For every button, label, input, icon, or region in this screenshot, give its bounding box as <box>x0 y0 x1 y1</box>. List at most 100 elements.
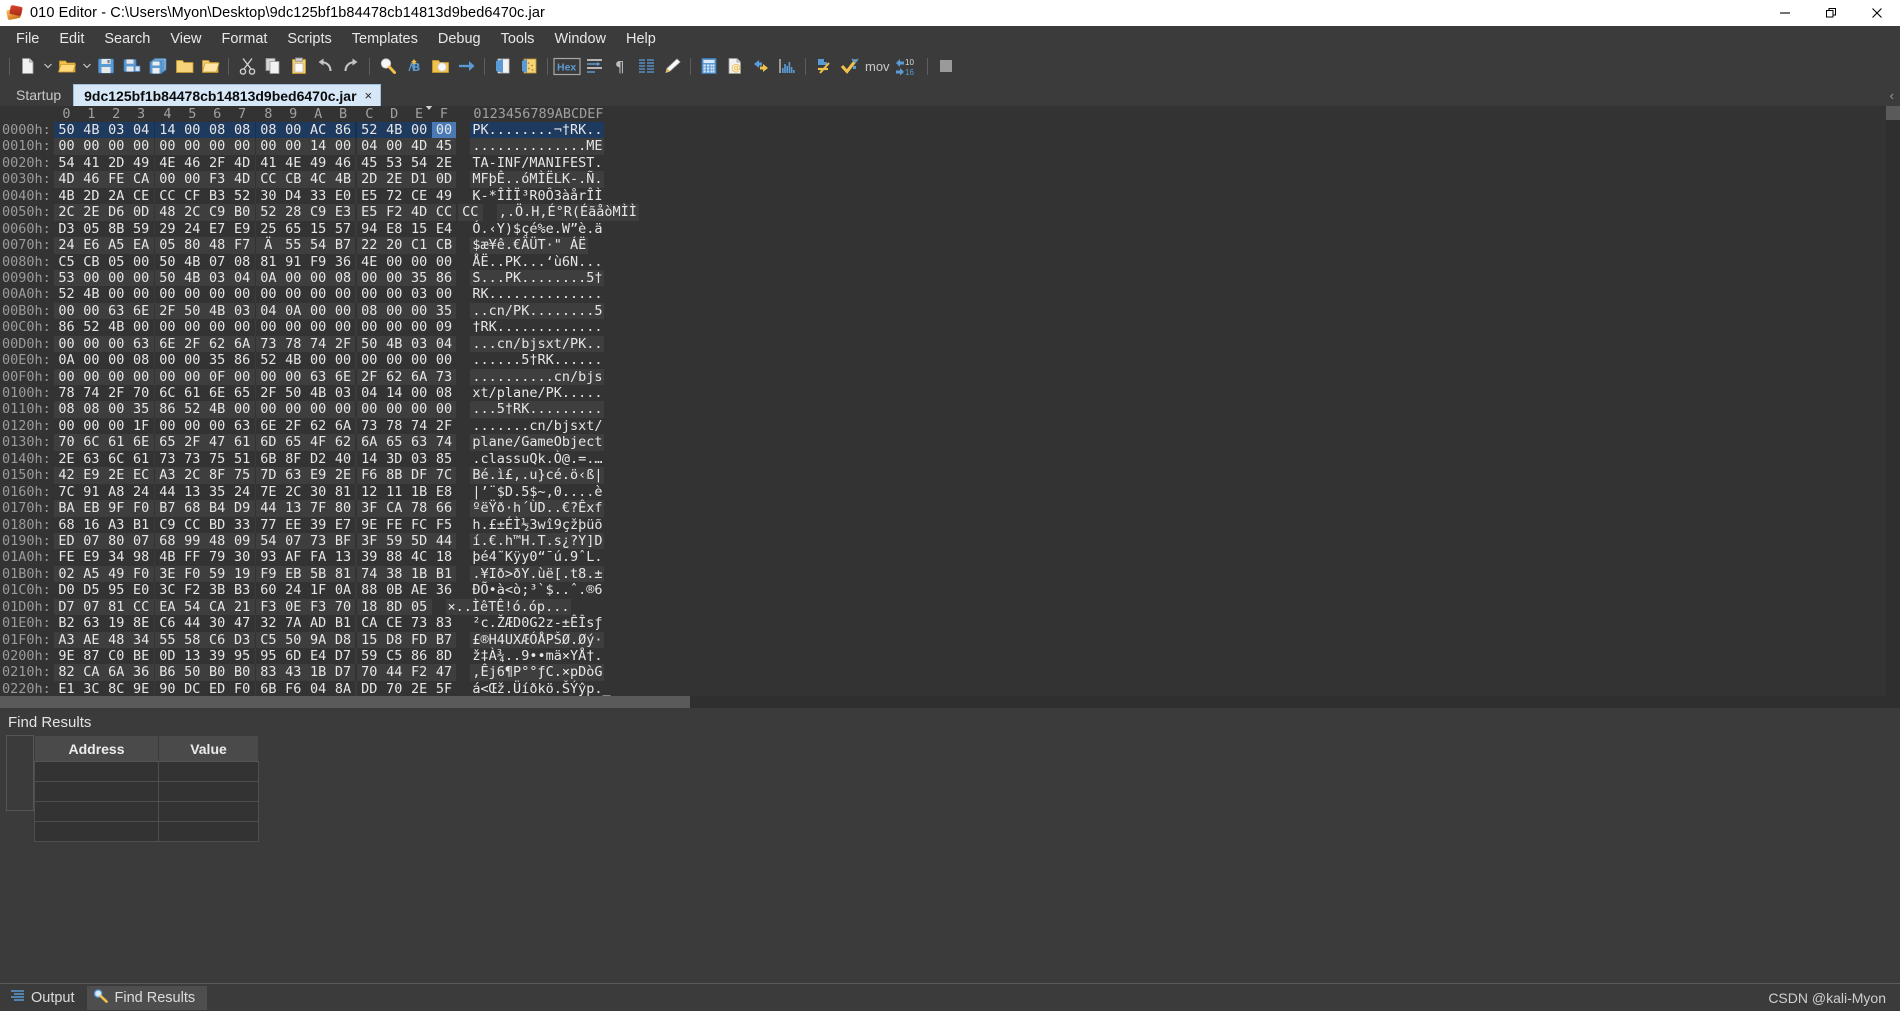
hex-row[interactable]: 00C0h: 86 52 4B 00 00 00 00 00 00 00 00 00 00 00 00 09 †R… <box>0 319 1541 336</box>
hex-byte-cell[interactable]: D3 <box>54 221 79 237</box>
hex-byte-cell[interactable]: 00 <box>306 401 331 417</box>
tab-close-icon[interactable]: × <box>365 88 373 103</box>
cell-value[interactable] <box>158 781 259 802</box>
hex-byte-cell[interactable]: 00 <box>407 254 432 270</box>
hex-byte-cell[interactable]: 00 <box>205 138 230 154</box>
hex-byte-cell[interactable]: 55 <box>155 632 180 648</box>
hex-byte-cell[interactable]: 2F <box>104 385 129 401</box>
hex-byte-cell[interactable]: C6 <box>205 632 230 648</box>
hex-byte-cell[interactable]: 28 <box>281 204 306 220</box>
hex-byte-cell[interactable]: 86 <box>407 648 432 664</box>
hex-row[interactable]: 0030h: 4D 46 FE CA 00 00 F3 4D CC CB 4C 4B 2D 2E D1 0D MF… <box>0 171 1541 188</box>
goto-icon[interactable] <box>453 53 479 79</box>
hex-row-ascii[interactable]: .¥Ið>ðY.ùë[.t8.± <box>470 565 605 583</box>
hex-byte-cell[interactable]: 54 <box>306 237 331 253</box>
hex-byte-cell[interactable]: 7D <box>256 467 281 483</box>
hex-byte-cell[interactable]: 44 <box>382 664 407 680</box>
hex-byte-cell[interactable]: A5 <box>79 566 104 582</box>
hex-byte-cell[interactable]: 50 <box>281 385 306 401</box>
hex-byte-cell[interactable]: 86 <box>432 270 457 286</box>
hex-byte-cell[interactable]: 30 <box>306 484 331 500</box>
hex-byte-cell[interactable]: E5 <box>357 188 382 204</box>
hex-byte-cell[interactable]: F9 <box>306 254 331 270</box>
hex-byte-cell[interactable]: E9 <box>79 549 104 565</box>
hex-byte-cell[interactable]: 00 <box>306 303 331 319</box>
hex-byte-cell[interactable]: C5 <box>256 632 281 648</box>
hex-byte-cell[interactable]: E3 <box>331 204 356 220</box>
hex-byte-cell[interactable]: 00 <box>256 369 281 385</box>
hex-row-ascii[interactable]: þé4˜Kÿy0“¯ú.9ˆL. <box>470 549 605 566</box>
hex-byte-cell[interactable]: 3F <box>357 500 382 516</box>
hex-row-bytes[interactable]: E1 3C 8C 9E 90 DC ED F0 6B F6 04 8A DD 70 2E 5F <box>54 680 457 696</box>
hex-row-bytes[interactable]: B2 63 19 8E C6 44 30 47 32 7A AD B1 CA CE 73 83 <box>54 615 457 632</box>
hex-row[interactable]: 0210h: 82 CA 6A 36 B6 50 B0 B0 83 43 1B D7 70 44 F2 47 ,Ê… <box>0 664 1541 681</box>
hex-row-ascii[interactable]: í.€.h™H.T.s¿?Y]D <box>470 532 605 550</box>
hex-byte-cell[interactable]: B0 <box>230 204 255 220</box>
hex-byte-cell[interactable]: 3C <box>155 582 180 598</box>
new-file-icon[interactable] <box>15 53 41 79</box>
hex-byte-cell[interactable]: A3 <box>155 467 180 483</box>
hex-byte-cell[interactable]: 2F <box>180 434 205 450</box>
hex-byte-cell[interactable]: 35 <box>432 303 457 319</box>
hex-byte-cell[interactable]: CF <box>180 188 205 204</box>
hex-byte-cell[interactable]: 50 <box>180 664 205 680</box>
hex-byte-cell[interactable]: AD <box>306 615 331 631</box>
hex-byte-cell[interactable]: 00 <box>180 138 205 154</box>
hex-byte-cell[interactable]: 74 <box>306 336 331 352</box>
hex-byte-cell[interactable]: 9A <box>306 632 331 648</box>
hex-byte-cell[interactable]: 24 <box>180 221 205 237</box>
hex-byte-cell[interactable]: 04 <box>256 303 281 319</box>
hex-byte-cell[interactable]: 00 <box>104 369 129 385</box>
hex-byte-cell[interactable]: 6C <box>79 434 104 450</box>
hex-byte-cell[interactable]: 99 <box>180 533 205 549</box>
hex-byte-cell[interactable]: B4 <box>205 500 230 516</box>
hex-byte-cell[interactable]: 00 <box>382 270 407 286</box>
hex-byte-cell[interactable]: 00 <box>256 286 281 302</box>
find-icon[interactable] <box>375 53 401 79</box>
hex-byte-cell[interactable]: 6C <box>104 451 129 467</box>
hex-byte-cell[interactable]: A3 <box>54 632 79 648</box>
hex-byte-cell[interactable]: 36 <box>331 254 356 270</box>
hex-byte-cell[interactable]: 2D <box>357 171 382 187</box>
hex-byte-cell[interactable]: 42 <box>54 467 79 483</box>
hex-byte-cell[interactable]: 9E <box>129 681 154 696</box>
hex-byte-cell[interactable]: 20 <box>382 237 407 253</box>
hex-byte-cell[interactable]: 00 <box>306 270 331 286</box>
hex-byte-cell[interactable]: 2F <box>180 336 205 352</box>
hex-byte-cell[interactable]: 00 <box>104 352 129 368</box>
hex-byte-cell[interactable]: 74 <box>357 566 382 582</box>
tab-jar-file[interactable]: 9dc125bf1b84478cb14813d9bed6470c.jar × <box>73 84 382 106</box>
hex-byte-cell[interactable]: 62 <box>205 336 230 352</box>
hex-byte-cell[interactable]: E8 <box>382 221 407 237</box>
hex-byte-cell[interactable]: 1B <box>306 664 331 680</box>
show-paragraph-icon[interactable]: ¶ <box>607 53 633 79</box>
run-template-icon[interactable] <box>490 53 516 79</box>
vertical-scrollbar-thumb[interactable] <box>1886 106 1900 120</box>
hex-byte-cell[interactable]: B6 <box>155 664 180 680</box>
hex-row-bytes[interactable]: 00 00 63 6E 2F 50 4B 03 04 0A 00 00 08 00 00 35 <box>54 302 457 320</box>
hex-byte-cell[interactable]: 2D <box>79 188 104 204</box>
hex-byte-cell[interactable]: C6 <box>155 615 180 631</box>
hex-byte-cell[interactable]: 95 <box>256 648 281 664</box>
text-wrap-icon[interactable] <box>581 53 607 79</box>
hex-byte-cell[interactable]: 00 <box>281 401 306 417</box>
hex-byte-cell[interactable]: CC <box>256 171 281 187</box>
hex-row[interactable]: 0200h: 9E 87 C0 BE 0D 13 39 95 95 6D E4 D7 59 C5 86 8D ž‡… <box>0 648 1541 665</box>
hex-byte-cell[interactable]: 00 <box>155 352 180 368</box>
hex-byte-cell[interactable]: 08 <box>205 122 230 138</box>
hex-byte-cell[interactable]: 00 <box>230 286 255 302</box>
hex-byte-cell[interactable]: 00 <box>432 254 457 270</box>
hex-byte-cell[interactable]: 4F <box>306 434 331 450</box>
hex-byte-cell[interactable]: 54 <box>54 155 79 171</box>
hex-byte-cell[interactable]: 00 <box>54 303 79 319</box>
menu-item-scripts[interactable]: Scripts <box>277 28 341 50</box>
hex-byte-cell[interactable]: 48 <box>205 237 230 253</box>
minimize-button[interactable] <box>1762 0 1808 26</box>
hex-row-bytes[interactable]: 7C 91 A8 24 44 13 35 24 7E 2C 30 81 12 11 1B E8 <box>54 483 457 501</box>
hex-row-ascii[interactable]: †RK............. <box>470 319 605 336</box>
hex-row-ascii[interactable]: ²c.ŽÆD0G2z-±ÊÎsƒ <box>470 615 605 632</box>
hex-row-ascii[interactable]: ºëŸð·h´ÙD..€?Êxf <box>470 500 605 517</box>
hex-row-bytes[interactable]: 86 52 4B 00 00 00 00 00 00 00 00 00 00 00 00 09 <box>54 319 457 336</box>
hex-byte-cell[interactable]: D9 <box>230 500 255 516</box>
hex-byte-cell[interactable]: F2 <box>180 582 205 598</box>
